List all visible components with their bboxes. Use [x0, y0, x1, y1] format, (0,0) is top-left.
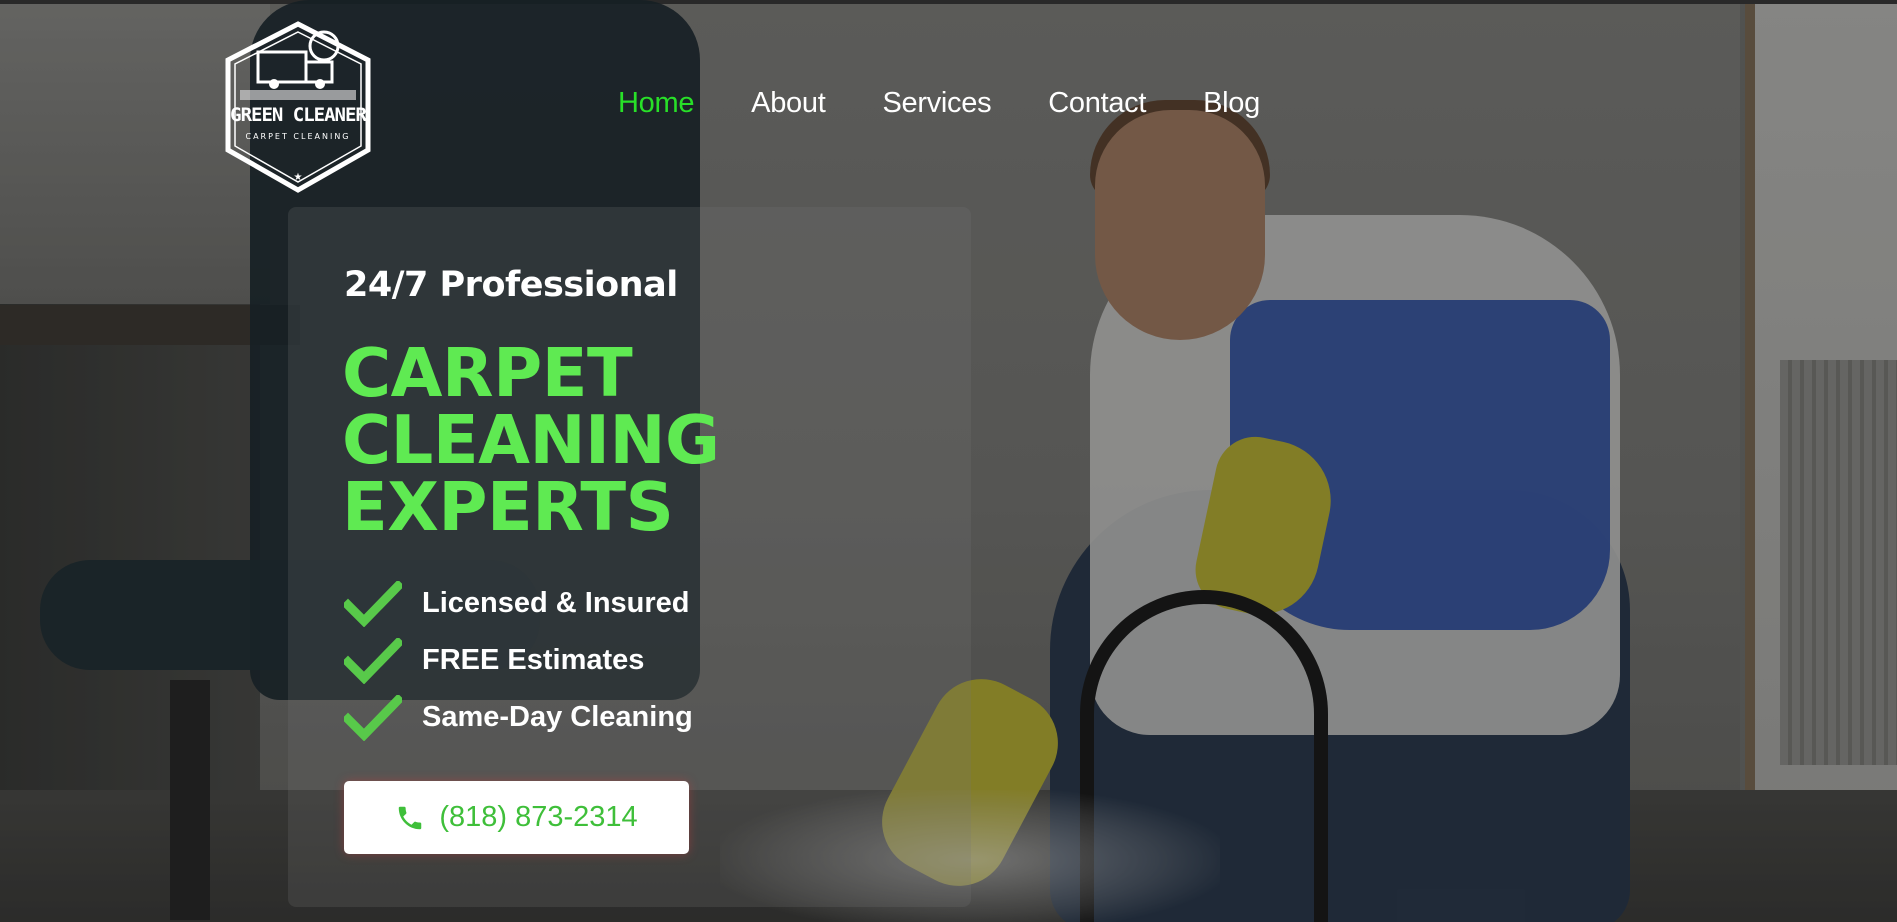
- nav-contact-link[interactable]: Contact: [1048, 84, 1146, 122]
- feature-label: FREE Estimates: [422, 644, 645, 676]
- hero-eyebrow: 24/7 Professional: [344, 265, 678, 305]
- phone-number-label: (818) 873-2314: [439, 801, 638, 833]
- headline-line-3: EXPERTS: [342, 468, 674, 546]
- hero-section: ★ GREEN CLEANER CARPET CLEANING Home Abo…: [0, 0, 1897, 922]
- nav-blog-link[interactable]: Blog: [1203, 84, 1260, 122]
- main-nav: Home About Services Contact Blog: [618, 84, 1317, 122]
- checkmark-icon: [344, 694, 402, 741]
- logo-brand-text: GREEN CLEANER: [230, 104, 367, 126]
- svg-text:★: ★: [294, 172, 303, 183]
- feature-label: Licensed & Insured: [422, 587, 690, 619]
- feature-item: Same-Day Cleaning: [344, 689, 693, 746]
- site-logo[interactable]: ★ GREEN CLEANER CARPET CLEANING: [218, 18, 378, 196]
- phone-icon: [399, 806, 422, 829]
- checkmark-icon: [344, 637, 402, 684]
- hero-headline: CARPET CLEANING EXPERTS: [342, 340, 762, 541]
- logo-tagline-text: CARPET CLEANING: [245, 132, 351, 141]
- feature-list: Licensed & Insured FREE Estimates Same-D…: [344, 575, 693, 746]
- headline-line-1: CARPET: [342, 334, 633, 412]
- feature-label: Same-Day Cleaning: [422, 701, 693, 733]
- feature-item: FREE Estimates: [344, 632, 693, 689]
- call-phone-button[interactable]: (818) 873-2314: [344, 781, 689, 854]
- nav-services-link[interactable]: Services: [882, 84, 991, 122]
- headline-line-2: CLEANING: [342, 401, 720, 479]
- checkmark-icon: [344, 580, 402, 627]
- nav-about-link[interactable]: About: [751, 84, 826, 122]
- nav-home-link[interactable]: Home: [618, 84, 694, 122]
- feature-item: Licensed & Insured: [344, 575, 693, 632]
